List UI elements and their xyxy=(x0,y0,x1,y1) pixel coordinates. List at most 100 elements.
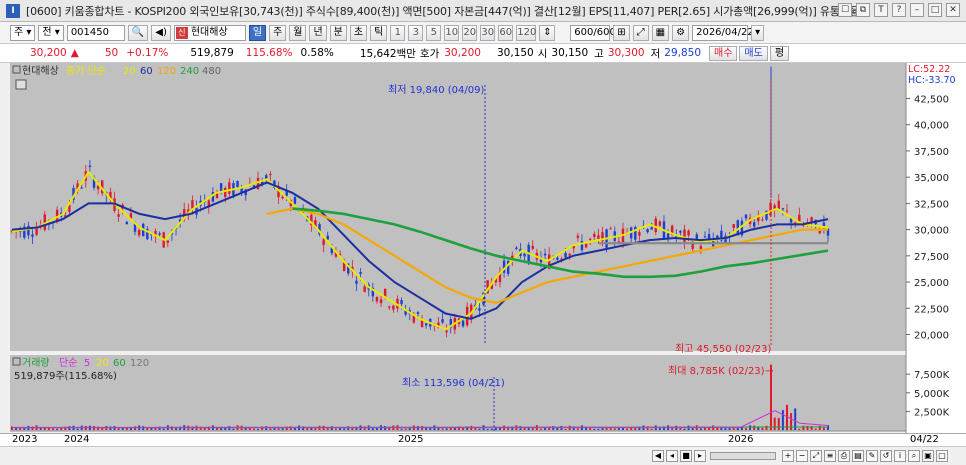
speaker-icon[interactable]: ◀) xyxy=(151,24,171,41)
change-arrow: ▲ xyxy=(70,47,79,59)
chart-type-icon[interactable]: ⤢ xyxy=(632,24,649,41)
volume-ratio: 115.68% xyxy=(245,47,293,59)
interval-30[interactable]: 30 xyxy=(480,24,496,41)
interval-5[interactable]: 5 xyxy=(426,24,442,41)
search-button[interactable]: ⌕ xyxy=(908,450,920,462)
eval-button[interactable]: 평 xyxy=(769,45,790,61)
bid-label: 호가 xyxy=(419,47,440,60)
scroll-slider[interactable] xyxy=(710,452,776,460)
calendar-icon[interactable]: ▦ xyxy=(651,24,670,41)
scroll-first-button[interactable]: ◀ xyxy=(652,450,664,462)
volume-bar xyxy=(375,427,378,430)
count-input[interactable]: 600/600 xyxy=(570,24,616,41)
tab-year[interactable]: 년 xyxy=(309,24,327,41)
candle-body xyxy=(646,229,649,233)
zoom-in-button[interactable]: + xyxy=(782,450,794,462)
interval-60[interactable]: 60 xyxy=(498,24,514,41)
settings-button[interactable]: ≡ xyxy=(824,450,836,462)
maximize-button[interactable]: □ xyxy=(928,3,942,17)
link-icon[interactable]: ☐ xyxy=(838,3,852,17)
interval-10[interactable]: 10 xyxy=(444,24,460,41)
volume-bar xyxy=(326,428,329,430)
chart-svg[interactable]: 42,500 40,000 37,500 35,000 32,500 30,000 27,5… xyxy=(0,63,966,433)
chart-area[interactable]: 42,500 40,000 37,500 35,000 32,500 30,000 27,5… xyxy=(0,63,966,446)
price-legend-ma-480: 480 xyxy=(202,66,221,77)
volume-bar xyxy=(162,428,165,430)
close-button[interactable]: ✕ xyxy=(946,3,960,17)
candle-body xyxy=(658,221,662,226)
candle-body xyxy=(703,236,707,238)
candle-body xyxy=(679,230,682,233)
scroll-prev-button[interactable]: ◂ xyxy=(666,450,678,462)
fit-button[interactable]: ⤢ xyxy=(810,450,822,462)
gear-icon[interactable]: ⚙ xyxy=(672,24,690,41)
interval-1[interactable]: 1 xyxy=(390,24,406,41)
close-panel-button[interactable]: ▢ xyxy=(936,450,948,462)
volume-bar xyxy=(121,428,124,430)
panel-settings-icon[interactable] xyxy=(15,79,27,90)
candle-body xyxy=(568,253,571,256)
candle-body xyxy=(228,182,231,194)
save-button[interactable]: ▤ xyxy=(852,450,864,462)
volume-bar xyxy=(19,428,22,430)
volume-bar xyxy=(626,428,629,430)
info-button[interactable]: i xyxy=(894,450,906,462)
interval-120[interactable]: 120 xyxy=(516,24,536,41)
layout-button[interactable]: ▣ xyxy=(922,450,934,462)
tab-week[interactable]: 주 xyxy=(269,24,287,41)
scroll-next-button[interactable]: ▸ xyxy=(694,450,706,462)
tab-month[interactable]: 월 xyxy=(289,24,307,41)
price-legend-name: 현대해상 xyxy=(22,64,59,77)
turnover: 0.58% xyxy=(300,47,334,59)
interval-20[interactable]: 20 xyxy=(462,24,478,41)
volume-legend-ma-label: 단순 xyxy=(59,357,77,369)
minimize-button[interactable]: – xyxy=(910,3,924,17)
price-tick-label: 40,000 xyxy=(914,121,949,132)
candle-body xyxy=(375,297,379,302)
calendar-picker-icon[interactable]: ▾ xyxy=(751,24,765,41)
volume-bar xyxy=(613,428,616,430)
tab-second[interactable]: 초 xyxy=(349,24,368,41)
pin-icon[interactable]: T xyxy=(874,3,888,17)
price-tick-label: 37,500 xyxy=(914,147,949,158)
zoom-out-button[interactable]: − xyxy=(796,450,808,462)
candle-body xyxy=(593,233,596,237)
volume-legend-ma-5: 5 xyxy=(84,358,90,369)
tab-day[interactable]: 일 xyxy=(248,24,267,41)
tab-tick[interactable]: 틱 xyxy=(370,24,388,41)
copy-icon[interactable]: ⧉ xyxy=(856,3,870,17)
market-select[interactable]: 전 ▾ xyxy=(38,24,64,41)
code-input[interactable]: 001450 xyxy=(66,24,125,41)
price-tick-label: 32,500 xyxy=(914,199,949,210)
quote-bar: 30,200 ▲ 50 +0.17% 519,879 115.68% 0.58%… xyxy=(0,44,966,63)
x-tick-2025: 2025 xyxy=(398,434,424,445)
volume: 519,879 xyxy=(190,47,234,59)
price-tick-label: 35,000 xyxy=(914,173,949,184)
help-icon[interactable]: ? xyxy=(892,3,906,17)
interval-3[interactable]: 3 xyxy=(408,24,424,41)
price-legend-ma-label: 종가 단순 xyxy=(66,65,106,77)
tab-minute[interactable]: 분 xyxy=(329,24,347,41)
buy-button[interactable]: 매수 xyxy=(709,45,738,61)
stock-name-field[interactable]: 신 현대해상 xyxy=(173,24,246,41)
scroll-stop-button[interactable]: ■ xyxy=(680,450,692,462)
crosshair-icon[interactable]: ⊞ xyxy=(613,24,630,41)
print-button[interactable]: ⎙ xyxy=(838,450,850,462)
period-select[interactable]: 주 ▾ xyxy=(10,24,36,41)
reset-button[interactable]: ↺ xyxy=(880,450,892,462)
sell-button[interactable]: 매도 xyxy=(739,45,768,61)
candle-body xyxy=(523,253,526,257)
volume-bar xyxy=(609,428,612,430)
up-down-icon[interactable]: ⇕ xyxy=(539,24,556,41)
date-input[interactable]: 2026/04/22 xyxy=(692,24,754,41)
search-icon[interactable]: 🔍 xyxy=(127,24,149,41)
candle-body xyxy=(355,280,358,284)
tool-button[interactable]: ✎ xyxy=(866,450,878,462)
open-label: 시 xyxy=(537,47,548,60)
volume-bar xyxy=(281,428,284,430)
volume-bar xyxy=(232,428,235,430)
volume-bar xyxy=(650,428,653,430)
window-title: [0600] 키움종합차트 - KOSPI200 외국인보유[30,743(천)… xyxy=(26,4,856,18)
volume-bar xyxy=(441,428,444,430)
volume-bar xyxy=(257,428,260,430)
